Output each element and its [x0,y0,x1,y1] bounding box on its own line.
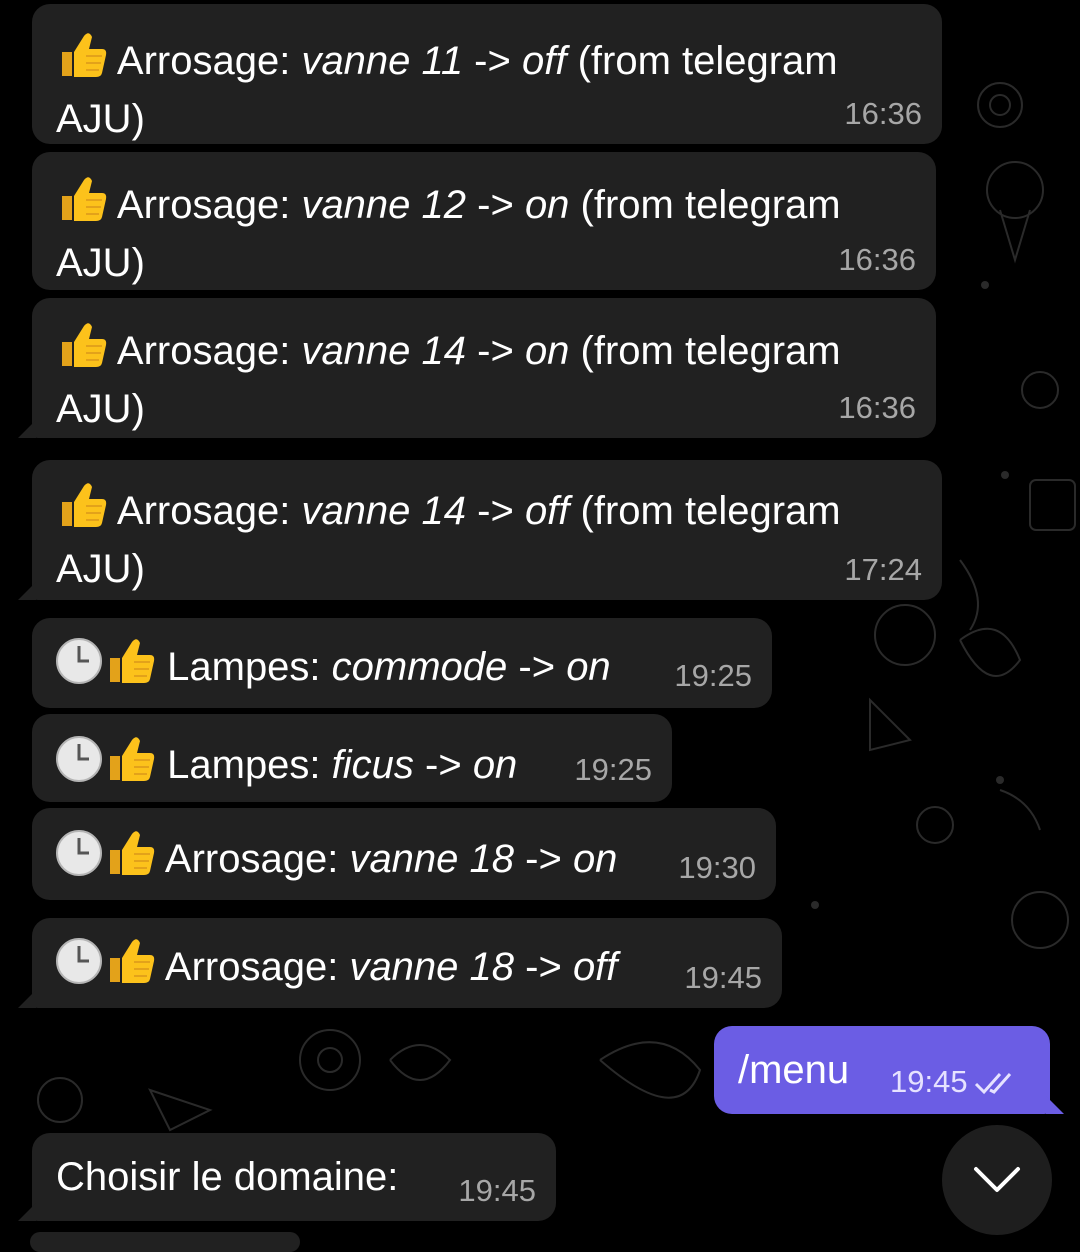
message-text: Arrosage: [116,39,302,83]
message-text: Lampes: [167,645,332,689]
arrow: -> [514,945,573,989]
message-source: (from telegram [569,489,841,533]
clock-icon [54,936,104,999]
device-name: vanne 18 [349,945,515,989]
device-state: on [472,743,518,787]
clock-icon [54,828,104,891]
message-time: 19:45 [890,1064,968,1099]
message-text: Arrosage: [116,489,302,533]
message-text: Arrosage: [116,183,302,227]
clock-icon [54,734,104,797]
arrow: -> [507,645,567,689]
message-source-line2: AJU) [56,241,145,285]
message-bubble[interactable]: Lampes: ficus -> on 19:25 [32,714,672,802]
message-bubble[interactable]: Arrosage: vanne 18 -> on 19:30 [32,808,776,900]
message-time: 19:25 [674,658,752,693]
message-source: (from telegram [569,183,841,227]
device-state: off [524,489,570,533]
thumbs-up-icon [56,30,108,93]
device-name: ficus [331,743,414,787]
message-text: Lampes: [167,743,332,787]
thumbs-up-icon [104,636,156,699]
partial-message-bubble [30,1232,300,1252]
thumbs-up-icon [56,320,108,383]
message-time: 16:36 [838,390,916,425]
double-check-icon [974,1068,1020,1104]
message-text: Arrosage: [116,329,302,373]
thumbs-up-icon [104,828,156,891]
device-state: off [521,39,567,83]
message-bubble[interactable]: Arrosage: vanne 12 -> on (from telegram … [32,152,936,290]
message-time: 16:36 [838,242,916,277]
message-bubble[interactable]: Lampes: commode -> on 19:25 [32,618,772,708]
message-time: 19:25 [574,752,652,787]
message-bubble[interactable]: Choisir le domaine: 19:45 [32,1133,556,1221]
thumbs-up-icon [104,734,156,797]
message-source-line2: AJU) [56,97,145,141]
device-name: vanne 18 [349,837,515,881]
device-name: vanne 14 [301,489,467,533]
message-bubble[interactable]: Arrosage: vanne 14 -> off (from telegram… [32,460,942,600]
scroll-down-button[interactable] [942,1125,1052,1235]
message-source-line2: AJU) [56,387,145,431]
message-text: Arrosage: [164,837,350,881]
message-source-line2: AJU) [56,547,145,591]
device-state: on [524,183,570,227]
arrow: -> [466,183,525,227]
message-source: (from telegram [569,329,841,373]
message-bubble[interactable]: Arrosage: vanne 11 -> off (from telegram… [32,4,942,144]
arrow: -> [463,39,522,83]
thumbs-up-icon [104,936,156,999]
device-state: on [524,329,570,373]
arrow: -> [514,837,573,881]
message-text: Choisir le domaine: [56,1155,399,1199]
device-state: on [566,645,611,689]
outgoing-message-text: /menu [738,1048,850,1092]
device-name: vanne 12 [301,183,467,227]
device-state: off [572,945,618,989]
message-time: 19:45 [684,960,762,995]
chevron-down-icon [974,1167,1020,1192]
device-name: vanne 11 [301,39,464,83]
arrow: -> [466,329,525,373]
message-bubble[interactable]: Arrosage: vanne 18 -> off 19:45 [32,918,782,1008]
outgoing-message-bubble[interactable]: /menu 19:45 [714,1026,1050,1114]
arrow: -> [413,743,473,787]
thumbs-up-icon [56,174,108,237]
arrow: -> [466,489,525,533]
message-time: 17:24 [844,552,922,587]
message-source: (from telegram [566,39,838,83]
device-name: commode [331,645,508,689]
device-name: vanne 14 [301,329,467,373]
thumbs-up-icon [56,480,108,543]
device-state: on [572,837,618,881]
clock-icon [54,636,104,699]
message-time: 16:36 [844,96,922,131]
message-bubble[interactable]: Arrosage: vanne 14 -> on (from telegram … [32,298,936,438]
message-text: Arrosage: [164,945,350,989]
message-time: 19:30 [678,850,756,885]
message-time: 19:45 [458,1173,536,1208]
